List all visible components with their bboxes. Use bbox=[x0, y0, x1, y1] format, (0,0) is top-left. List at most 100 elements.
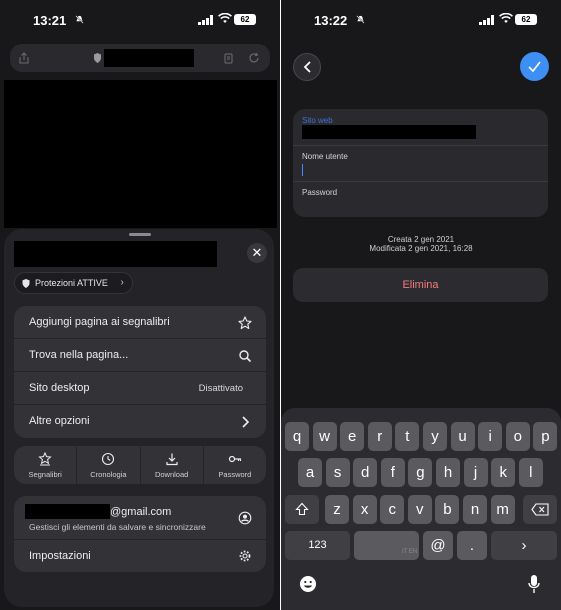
email-redacted bbox=[25, 504, 110, 519]
key-p[interactable]: p bbox=[533, 422, 558, 451]
status-time: 13:22 bbox=[314, 13, 348, 28]
status-bar: 13:22 62 bbox=[281, 0, 561, 40]
key-r[interactable]: r bbox=[367, 422, 392, 451]
key-i[interactable]: i bbox=[478, 422, 503, 451]
key-u[interactable]: u bbox=[450, 422, 475, 451]
space-key[interactable] bbox=[354, 531, 419, 560]
url-redacted bbox=[104, 49, 194, 67]
key-l[interactable]: l bbox=[518, 458, 543, 487]
key-a[interactable]: a bbox=[298, 458, 322, 487]
key-g[interactable]: g bbox=[408, 458, 433, 487]
numbers-key[interactable]: 123 bbox=[285, 531, 350, 560]
close-button[interactable]: ✕ bbox=[247, 243, 267, 263]
reload-icon[interactable] bbox=[248, 52, 260, 64]
key-x[interactable]: x bbox=[352, 495, 377, 524]
key-f[interactable]: f bbox=[380, 458, 405, 487]
key-n[interactable]: n bbox=[463, 495, 487, 524]
chevron-right-icon bbox=[242, 416, 250, 428]
key-icon bbox=[228, 455, 241, 463]
text-cursor bbox=[302, 164, 303, 176]
share-icon[interactable] bbox=[18, 52, 30, 64]
key-w[interactable]: w bbox=[312, 422, 337, 451]
key-m[interactable]: m bbox=[490, 495, 515, 524]
menu-item-more-options[interactable]: Altre opzioni bbox=[14, 405, 266, 438]
chevron-left-icon bbox=[303, 61, 311, 73]
protections-chip[interactable]: Protezioni ATTIVE › bbox=[14, 272, 133, 294]
menu-item-find-in-page[interactable]: Trova nella pagina... bbox=[14, 339, 266, 372]
created-date: Creata 2 gen 2021 bbox=[387, 235, 455, 244]
menu-options-group: Aggiungi pagina ai segnalibri Trova nell… bbox=[14, 306, 266, 438]
menu-item-add-bookmark[interactable]: Aggiungi pagina ai segnalibri bbox=[14, 306, 266, 339]
website-value-redacted bbox=[302, 125, 476, 139]
star-icon bbox=[238, 316, 252, 330]
checkmark-icon bbox=[528, 61, 541, 73]
chevron-right-icon: › bbox=[120, 277, 124, 288]
microphone-icon[interactable] bbox=[527, 574, 541, 594]
menu-item-label: Aggiungi pagina ai segnalibri bbox=[29, 316, 170, 328]
key-e[interactable]: e bbox=[340, 422, 365, 451]
tabs-icon[interactable] bbox=[222, 52, 234, 64]
divider bbox=[14, 539, 266, 540]
credential-form: Sito web Nome utente Password bbox=[293, 109, 548, 217]
key-v[interactable]: v bbox=[407, 495, 432, 524]
quick-action-label: Segnalibri bbox=[28, 470, 62, 479]
key-s[interactable]: s bbox=[325, 458, 350, 487]
backspace-key[interactable] bbox=[523, 495, 557, 524]
username-field[interactable]: Nome utente bbox=[293, 145, 548, 181]
shield-icon bbox=[94, 53, 101, 63]
website-field[interactable]: Sito web bbox=[293, 109, 548, 145]
settings-label[interactable]: Impostazioni bbox=[29, 550, 91, 562]
sheet-grabber[interactable] bbox=[129, 233, 151, 236]
quick-action-download[interactable]: Download bbox=[141, 446, 204, 484]
key-b[interactable]: b bbox=[435, 495, 460, 524]
quick-action-bookmarks[interactable]: Segnalibri bbox=[14, 446, 78, 484]
key-j[interactable]: j bbox=[463, 458, 488, 487]
cellular-signal-icon bbox=[198, 15, 213, 25]
menu-item-label: Altre opzioni bbox=[29, 415, 90, 427]
key-q[interactable]: q bbox=[285, 422, 309, 451]
quick-action-password[interactable]: Password bbox=[204, 446, 266, 484]
close-icon: ✕ bbox=[251, 245, 263, 260]
menu-item-desktop-site[interactable]: Sito desktop Disattivato bbox=[14, 372, 266, 405]
key-k[interactable]: k bbox=[491, 458, 516, 487]
key-d[interactable]: d bbox=[353, 458, 378, 487]
account-email[interactable]: @gmail.com bbox=[110, 506, 171, 518]
browser-menu-screen: 13:21 62 ✕ Protezioni ATTIVE › Aggiungi … bbox=[0, 0, 280, 610]
username-label: Nome utente bbox=[302, 152, 348, 161]
space-language-label: IT EN bbox=[402, 549, 418, 555]
key-c[interactable]: c bbox=[380, 495, 405, 524]
download-icon bbox=[166, 453, 178, 466]
bookmarks-icon bbox=[38, 452, 52, 466]
key-y[interactable]: y bbox=[423, 422, 447, 451]
gear-icon[interactable] bbox=[238, 549, 252, 563]
password-field[interactable]: Password bbox=[293, 181, 548, 217]
account-icon[interactable] bbox=[238, 511, 252, 525]
search-icon bbox=[239, 350, 252, 363]
modified-date: Modificata 2 gen 2021, 16:28 bbox=[369, 244, 473, 253]
confirm-button[interactable] bbox=[520, 52, 549, 81]
key-h[interactable]: h bbox=[436, 458, 460, 487]
status-bar: 13:21 62 bbox=[0, 0, 280, 40]
key-t[interactable]: t bbox=[395, 422, 420, 451]
account-subtitle: Gestisci gli elementi da salvare e sincr… bbox=[29, 522, 206, 532]
quick-action-history[interactable]: Cronologia bbox=[77, 446, 141, 484]
delete-button[interactable]: Elimina bbox=[293, 268, 548, 302]
shift-key[interactable] bbox=[285, 495, 319, 524]
dot-key[interactable]: . bbox=[457, 531, 487, 560]
quick-actions-bar: Segnalibri Cronologia Download Password bbox=[14, 446, 266, 484]
address-bar[interactable] bbox=[10, 44, 270, 72]
menu-item-label: Trova nella pagina... bbox=[29, 349, 129, 361]
clock-icon bbox=[102, 452, 115, 466]
quick-action-label: Cronologia bbox=[90, 470, 127, 479]
emoji-icon[interactable] bbox=[299, 575, 317, 593]
back-button[interactable] bbox=[293, 53, 321, 81]
key-z[interactable]: z bbox=[325, 495, 349, 524]
website-label: Sito web bbox=[302, 116, 333, 125]
cellular-signal-icon bbox=[479, 15, 494, 25]
at-key[interactable]: @ bbox=[423, 531, 453, 560]
quick-action-label: Password bbox=[218, 470, 252, 479]
protections-label: Protezioni ATTIVE bbox=[35, 278, 108, 288]
shield-icon bbox=[22, 279, 30, 288]
return-key[interactable]: › bbox=[491, 531, 557, 560]
key-o[interactable]: o bbox=[505, 422, 530, 451]
